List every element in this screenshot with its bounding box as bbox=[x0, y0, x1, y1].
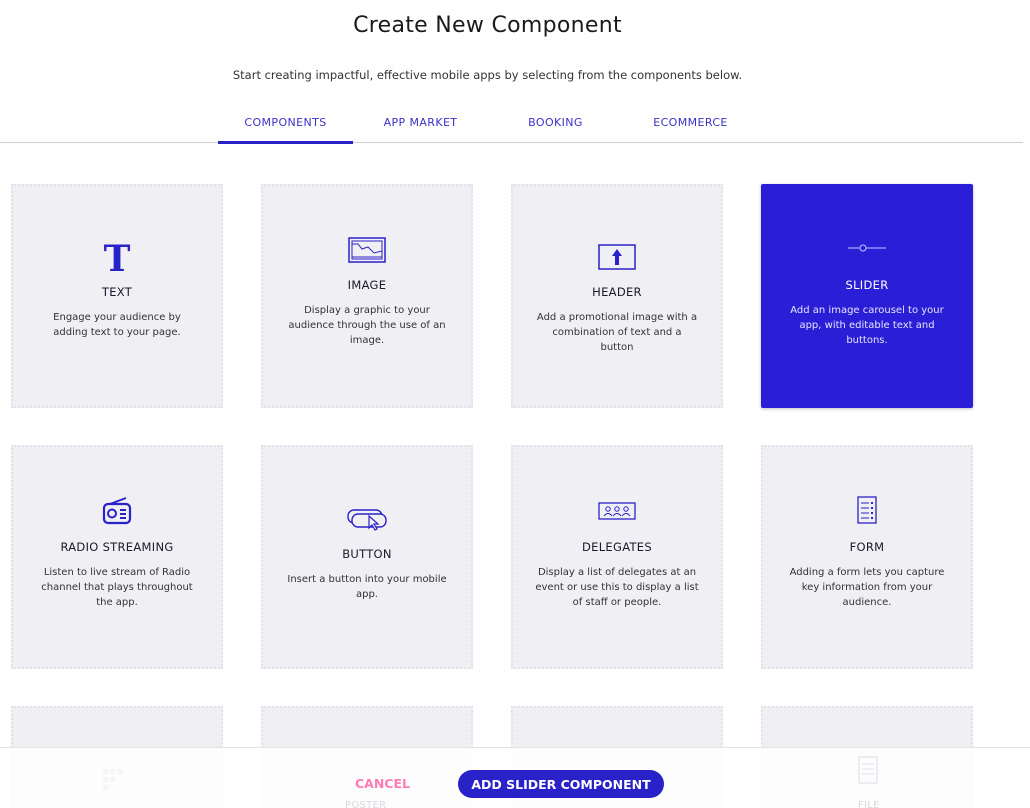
component-card-delegates[interactable]: DELEGATES Display a list of delegates at… bbox=[511, 445, 723, 669]
component-name: HEADER bbox=[592, 285, 642, 299]
file-label: FILE bbox=[858, 800, 880, 808]
component-description: Add an image carousel to your app, with … bbox=[790, 305, 944, 346]
component-card-text[interactable]: T TEXT Engage your audience by adding te… bbox=[11, 184, 223, 408]
form-icon bbox=[763, 496, 971, 524]
component-description: Display a graphic to your audience throu… bbox=[288, 305, 446, 346]
component-description: Adding a form lets you capture key infor… bbox=[789, 567, 945, 608]
tab-bar: COMPONENTS APP MARKET BOOKING ECOMMERCE bbox=[0, 103, 1023, 144]
slider-icon bbox=[763, 243, 971, 253]
tab-components[interactable]: COMPONENTS bbox=[218, 103, 353, 144]
add-slider-component-button[interactable]: ADD SLIDER COMPONENT bbox=[458, 770, 664, 798]
component-name: TEXT bbox=[101, 285, 133, 299]
component-name: BUTTON bbox=[342, 547, 392, 561]
component-card-slider[interactable]: SLIDER Add an image carousel to your app… bbox=[761, 184, 973, 408]
component-card-button[interactable]: BUTTON Insert a button into your mobile … bbox=[261, 445, 473, 669]
component-name: RADIO STREAMING bbox=[60, 540, 174, 554]
component-name: IMAGE bbox=[347, 278, 387, 292]
component-name: FORM bbox=[849, 540, 885, 554]
stars-icon: ☆☆☆ ☆☆ ☆ bbox=[102, 766, 132, 796]
component-description: Insert a button into your mobile app. bbox=[287, 574, 447, 600]
component-card-header[interactable]: HEADER Add a promotional image with a co… bbox=[511, 184, 723, 408]
header-icon bbox=[513, 244, 721, 270]
tab-app-market[interactable]: APP MARKET bbox=[353, 103, 488, 142]
tab-booking[interactable]: BOOKING bbox=[488, 103, 623, 142]
component-description: Engage your audience by adding text to y… bbox=[53, 312, 181, 338]
radio-icon bbox=[13, 496, 221, 526]
poster-label: POSTER bbox=[345, 800, 387, 808]
component-card-image[interactable]: IMAGE Display a graphic to your audience… bbox=[261, 184, 473, 408]
component-card-form[interactable]: FORM Adding a form lets you capture key … bbox=[761, 445, 973, 669]
footer-bar: ☆☆☆ ☆☆ ☆ POSTER FILE CANCEL ADD SLIDER C… bbox=[0, 747, 1030, 808]
file-icon bbox=[858, 756, 878, 788]
cancel-button[interactable]: CANCEL bbox=[340, 772, 425, 794]
component-card-radio-streaming[interactable]: RADIO STREAMING Listen to live stream of… bbox=[11, 445, 223, 669]
tab-ecommerce[interactable]: ECOMMERCE bbox=[623, 103, 758, 142]
component-description: Display a list of delegates at an event … bbox=[535, 567, 699, 608]
image-icon bbox=[263, 237, 471, 263]
component-description: Listen to live stream of Radio channel t… bbox=[41, 567, 193, 608]
component-name: DELEGATES bbox=[582, 540, 652, 554]
component-name: SLIDER bbox=[845, 278, 889, 292]
svg-text:☆: ☆ bbox=[102, 783, 109, 792]
button-icon bbox=[263, 507, 471, 531]
page-subtitle: Start creating impactful, effective mobi… bbox=[232, 68, 743, 82]
delegates-icon bbox=[513, 502, 721, 520]
text-icon: T bbox=[103, 238, 131, 280]
page-title: Create New Component bbox=[353, 13, 622, 38]
component-description: Add a promotional image with a combinati… bbox=[536, 312, 698, 353]
